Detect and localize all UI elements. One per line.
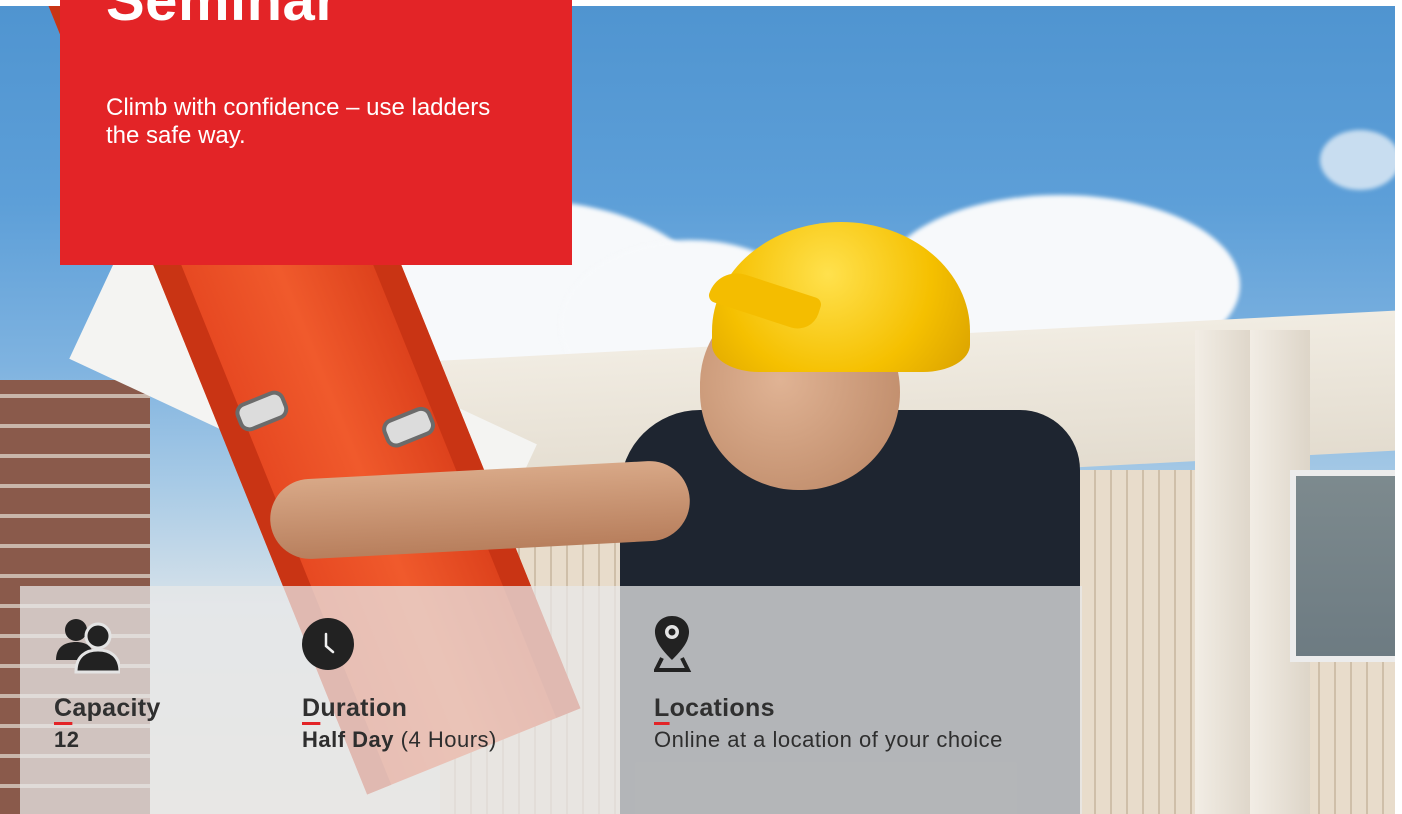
- map-pin-icon: [654, 616, 692, 672]
- locations-label: Locations: [654, 694, 775, 722]
- title-card: Seminar Climb with confidence – use ladd…: [60, 0, 572, 265]
- clock-icon: [302, 618, 354, 670]
- capacity-value: 12: [54, 727, 80, 752]
- locations-value: Online at a location of your choice: [654, 727, 1003, 752]
- course-tagline: Climb with confidence – use ladders the …: [106, 94, 491, 149]
- ladder-rung: [378, 403, 439, 451]
- duration-info: Duration Half Day (4 Hours): [302, 614, 497, 751]
- capacity-label: Capacity: [54, 694, 161, 722]
- building-pillar: [1195, 330, 1255, 814]
- ladder-rung: [232, 387, 292, 435]
- duration-value: Half Day (4 Hours): [302, 727, 497, 752]
- building-window: [1290, 470, 1395, 662]
- users-icon: [56, 619, 120, 674]
- course-info-panel: Capacity 12 Duration Half Day (4 Hours) …: [20, 586, 1082, 814]
- cloud: [1320, 130, 1395, 190]
- duration-label: Duration: [302, 694, 408, 722]
- locations-info: Locations Online at a location of your c…: [654, 614, 1034, 751]
- capacity-info: Capacity 12: [54, 614, 161, 751]
- course-title: Seminar: [106, 0, 339, 33]
